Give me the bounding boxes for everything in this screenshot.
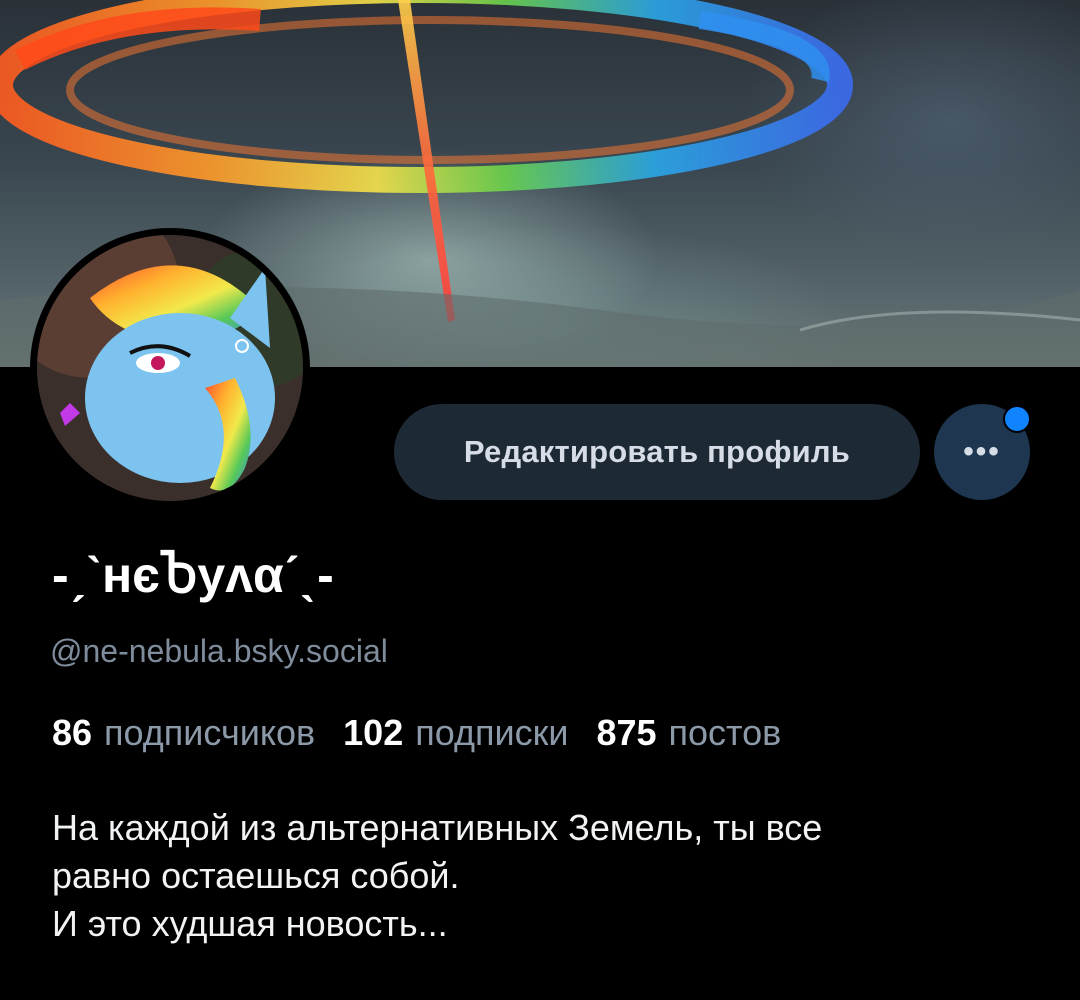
followers-stat[interactable]: 86 подписчиков bbox=[52, 712, 315, 754]
followers-label: подписчиков bbox=[104, 712, 316, 753]
profile-handle: @ne-nebula.bsky.social bbox=[50, 633, 388, 669]
edit-profile-button[interactable]: Редактировать профиль bbox=[394, 404, 920, 500]
profile-display-name: -ˏˋнєႦуʌαˊˎ- bbox=[52, 547, 334, 603]
more-dots-icon: ••• bbox=[963, 435, 1001, 468]
following-stat[interactable]: 102 подписки bbox=[343, 712, 568, 754]
profile-stats: 86 подписчиков 102 подписки 875 постов bbox=[52, 712, 809, 754]
following-count: 102 bbox=[343, 712, 404, 753]
posts-stat: 875 постов bbox=[596, 712, 781, 754]
profile-page: Редактировать профиль ••• -ˏˋнєႦуʌαˊˎ- @… bbox=[0, 0, 1080, 1000]
profile-bio: На каждой из альтернативных Земель, ты в… bbox=[52, 804, 1042, 948]
edit-profile-label: Редактировать профиль bbox=[463, 434, 851, 469]
bio-line: И это худшая новость... bbox=[52, 903, 448, 944]
bio-line: На каждой из альтернативных Земель, ты в… bbox=[52, 807, 823, 848]
notification-dot bbox=[1003, 405, 1031, 433]
following-label: подписки bbox=[415, 712, 569, 753]
bio-line: равно остаешься собой. bbox=[52, 855, 460, 896]
posts-label: постов bbox=[668, 712, 782, 753]
posts-count: 875 bbox=[596, 712, 657, 753]
avatar-artwork bbox=[33, 231, 307, 505]
profile-avatar[interactable] bbox=[30, 228, 310, 508]
followers-count: 86 bbox=[52, 712, 93, 753]
